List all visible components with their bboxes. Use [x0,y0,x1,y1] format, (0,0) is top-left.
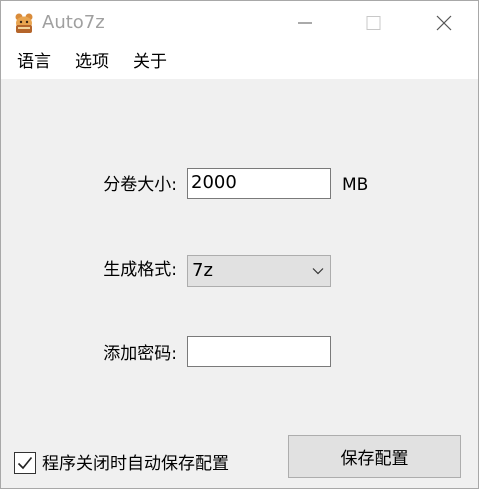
maximize-icon [366,16,381,30]
menu-language[interactable]: 语言 [17,52,51,72]
format-label: 生成格式: [103,260,177,280]
maximize-button[interactable] [351,1,397,45]
menu-options[interactable]: 选项 [75,52,109,72]
app-window: Auto7z 语言 选项 关于 分卷大小: 2000 MB 生成格式: 7z 添… [0,0,479,489]
window-title: Auto7z [42,12,105,33]
format-select[interactable]: 7z [187,255,331,287]
volume-size-input[interactable]: 2000 [187,168,331,199]
menu-about[interactable]: 关于 [133,52,167,72]
close-icon [436,15,452,31]
minimize-icon [298,22,312,24]
save-config-button[interactable]: 保存配置 [288,435,461,478]
title-bar[interactable]: Auto7z [1,1,478,45]
autosave-checkbox[interactable] [14,452,36,474]
checkmark-icon [17,456,33,470]
minimize-button[interactable] [283,1,329,45]
volume-size-unit: MB [342,175,369,195]
chevron-down-icon [312,268,324,275]
format-select-value: 7z [192,260,213,281]
autosave-label[interactable]: 程序关闭时自动保存配置 [42,454,229,474]
volume-size-label: 分卷大小: [103,175,177,195]
app-icon [15,13,33,33]
password-label: 添加密码: [103,344,177,364]
menu-bar: 语言 选项 关于 [1,45,478,79]
password-input[interactable] [187,336,331,367]
close-button[interactable] [421,1,467,45]
